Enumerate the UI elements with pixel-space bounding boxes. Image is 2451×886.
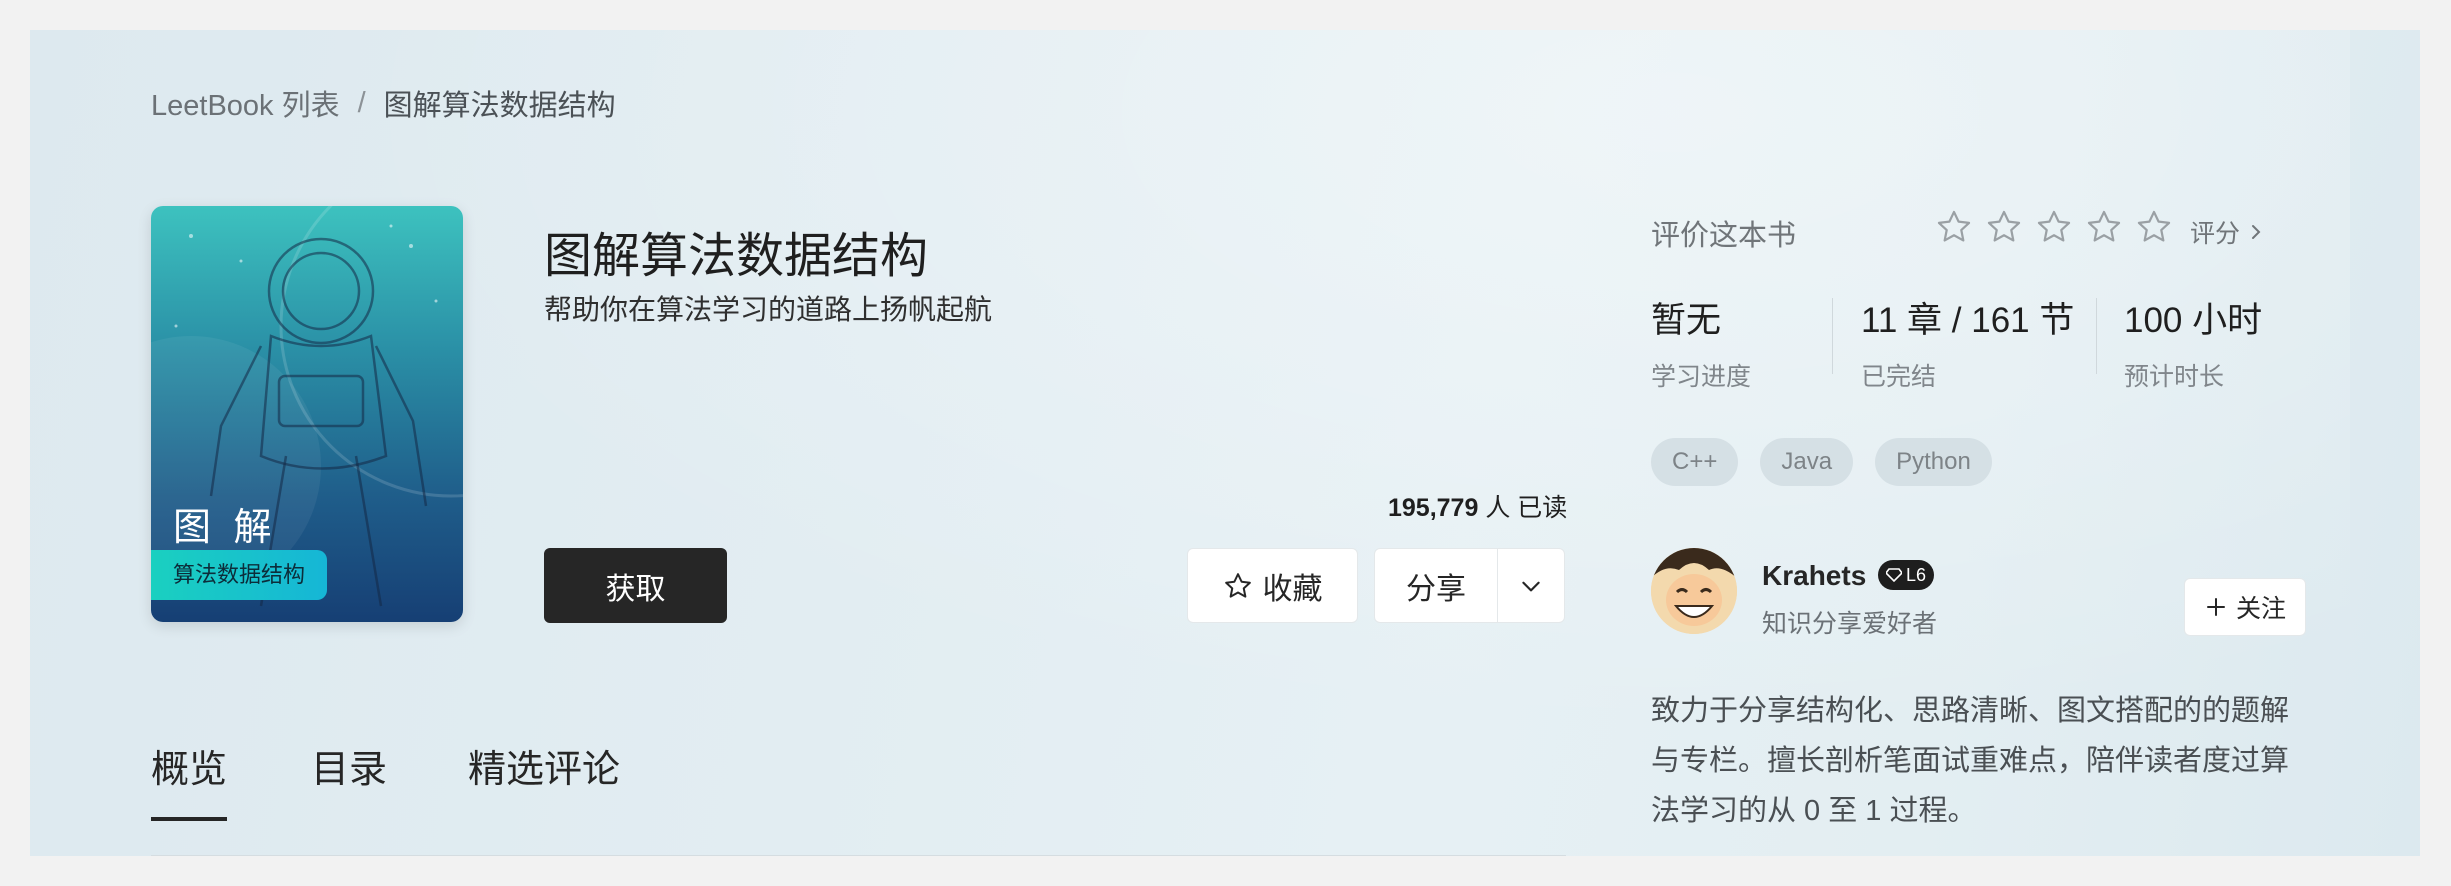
book-title: 图解算法数据结构 [544, 230, 929, 283]
favorite-button[interactable]: 收藏 [1187, 548, 1358, 623]
share-button[interactable]: 分享 [1375, 549, 1498, 622]
book-header-panel: LeetBook 列表 / 图解算法数据结构 图 解 算法数据结构 图解算法数据… [30, 30, 2420, 856]
tab-overview[interactable]: 概览 [151, 738, 228, 821]
author-name[interactable]: Krahets [1762, 560, 1866, 592]
breadcrumb-root-link[interactable]: LeetBook 列表 [151, 82, 340, 124]
author-level: L6 [1906, 564, 1927, 585]
chevron-right-icon [2252, 225, 2261, 239]
rate-link-label: 评分 [2190, 220, 2241, 248]
stat-progress-value: 暂无 [1651, 301, 1722, 340]
readers-number: 195,779 [1388, 494, 1479, 522]
tag-java[interactable]: Java [1760, 438, 1854, 486]
chevron-down-icon [1522, 581, 1540, 591]
avatar[interactable] [1651, 548, 1737, 634]
tab-reviews[interactable]: 精选评论 [468, 738, 620, 817]
stat-divider [1832, 298, 1833, 374]
tab-contents[interactable]: 目录 [311, 738, 387, 817]
rate-link[interactable]: 评分 [2190, 214, 2264, 250]
breadcrumb: LeetBook 列表 / 图解算法数据结构 [151, 82, 616, 124]
rating-star-2-icon[interactable] [1985, 208, 2023, 246]
plus-icon [2206, 598, 2225, 616]
language-tags: C++ Java Python [1651, 438, 1992, 486]
author-description: 致力于分享结构化、思路清晰、图文搭配的的题解与专栏。擅长剖析笔面试重难点，陪伴读… [1651, 695, 2290, 827]
book-cover: 图 解 算法数据结构 [151, 206, 463, 622]
share-dropdown-toggle[interactable] [1498, 549, 1564, 622]
author-level-badge: L6 [1878, 560, 1935, 590]
tag-python[interactable]: Python [1875, 438, 1992, 486]
stat-progress-label: 学习进度 [1651, 363, 1752, 391]
rating-star-1-icon[interactable] [1935, 208, 1973, 246]
tag-cpp[interactable]: C++ [1651, 438, 1739, 486]
rating-star-3-icon[interactable] [2035, 208, 2073, 246]
content-tabs: 概览 目录 精选评论 [151, 738, 1566, 856]
rating-star-5-icon[interactable] [2135, 208, 2173, 246]
diamond-icon [1886, 568, 1902, 582]
stat-progress: 暂无 学习进度 [1651, 292, 1751, 393]
rating-stars [1935, 208, 2173, 246]
breadcrumb-current: 图解算法数据结构 [383, 90, 616, 122]
tabs-divider [151, 855, 1566, 856]
stat-duration-value: 100 小时 [2124, 301, 2263, 340]
rate-label: 评价这本书 [1651, 220, 1797, 252]
readers-suffix: 人 已读 [1485, 494, 1568, 522]
rating-star-4-icon[interactable] [2085, 208, 2123, 246]
follow-label: 关注 [2235, 595, 2286, 623]
stat-duration-label: 预计时长 [2124, 363, 2225, 391]
star-outline-icon [1224, 572, 1251, 598]
cover-title: 图 解 [173, 507, 278, 549]
readers-count: 195,779 人 已读 [1388, 488, 1567, 524]
favorite-label: 收藏 [1262, 572, 1323, 606]
stat-chapters: 11 章 / 161 节 已完结 [1861, 292, 2074, 393]
stat-divider [2096, 298, 2097, 374]
stat-duration: 100 小时 预计时长 [2124, 292, 2262, 393]
share-button-group: 分享 [1374, 548, 1565, 623]
breadcrumb-separator: / [357, 86, 366, 119]
follow-button[interactable]: 关注 [2184, 578, 2306, 636]
author-avatar-icon [1651, 548, 1737, 634]
author-role: 知识分享爱好者 [1762, 610, 1938, 638]
cover-tag: 算法数据结构 [151, 550, 328, 600]
stat-chapters-label: 已完结 [1861, 363, 1937, 391]
book-subtitle: 帮助你在算法学习的道路上扬帆起航 [544, 294, 993, 325]
get-book-button[interactable]: 获取 [544, 548, 727, 623]
stat-chapters-value: 11 章 / 161 节 [1861, 301, 2075, 340]
